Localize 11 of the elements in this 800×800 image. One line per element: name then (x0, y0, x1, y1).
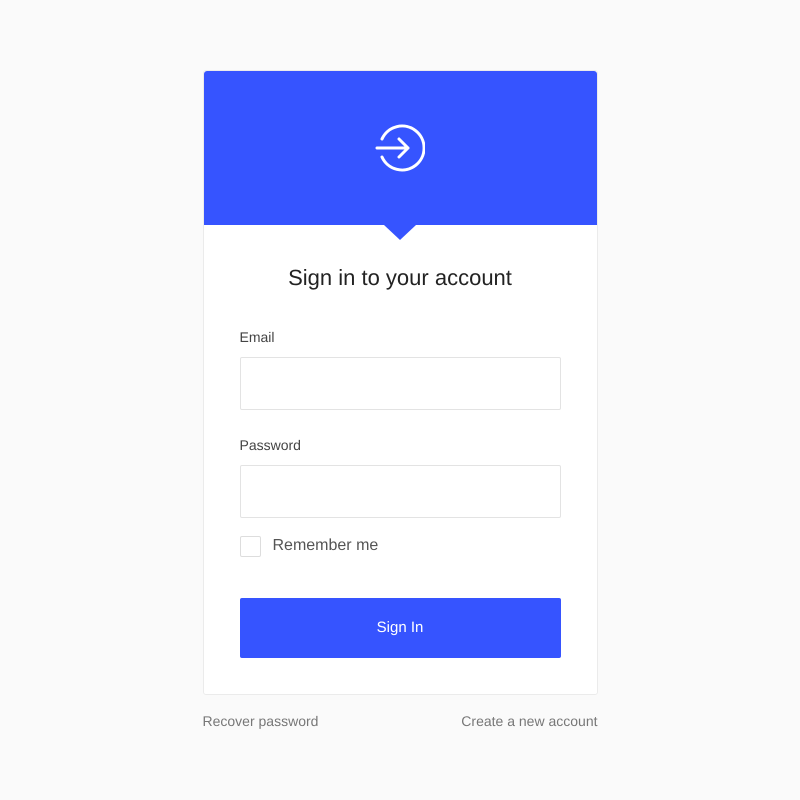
sign-in-icon (375, 123, 425, 173)
sign-in-button[interactable]: Sign In (240, 598, 560, 658)
email-field[interactable] (240, 357, 560, 410)
form-title: Sign in to your account (287, 265, 513, 291)
password-field[interactable] (240, 465, 560, 518)
footer-link[interactable]: Recover password (202, 711, 318, 732)
remember-checkbox[interactable] (240, 536, 260, 556)
footer-link[interactable]: Create a new account (461, 711, 598, 732)
remember-label: Remember me (272, 536, 378, 556)
field-label: Email (240, 328, 275, 347)
field-label: Password (240, 436, 301, 455)
